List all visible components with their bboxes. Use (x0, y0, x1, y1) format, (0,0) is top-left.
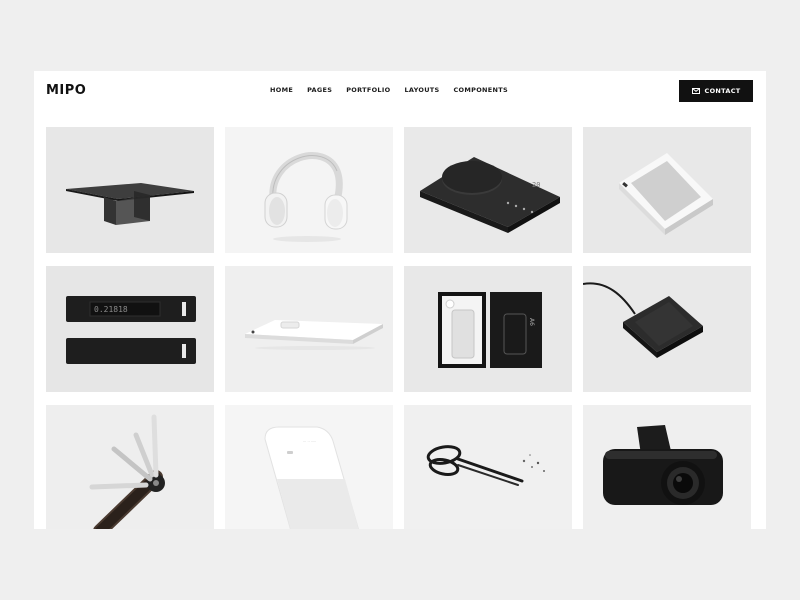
white-device-image: ··· ·· ····· (225, 405, 393, 529)
scissors-image (404, 405, 572, 529)
portfolio-grid: 20 0.21818 A6 ··· ·· ····· (46, 127, 751, 529)
speaker-image (583, 127, 751, 253)
nav-components[interactable]: COMPONENTS (453, 86, 508, 94)
key-organizer-image (46, 405, 214, 529)
black-scale-image: 20 (404, 127, 572, 253)
nav-pages[interactable]: PAGES (307, 86, 332, 94)
portfolio-item-usb-keys[interactable]: 0.21818 (46, 266, 214, 392)
contact-button[interactable]: CONTACT (679, 80, 753, 102)
package-label: A6 (528, 318, 535, 326)
portfolio-item-black-scale[interactable]: 20 (404, 127, 572, 253)
svg-text:··· ·· ·····: ··· ·· ····· (303, 440, 316, 444)
portfolio-item-packaged-bottle[interactable]: A6 (404, 266, 572, 392)
white-phone-image (225, 266, 393, 392)
headphones-image (225, 127, 393, 253)
nav-home[interactable]: HOME (270, 86, 293, 94)
main-nav: HOME PAGES PORTFOLIO LAYOUTS COMPONENTS (270, 86, 508, 94)
glass-table-image (46, 127, 214, 253)
portfolio-item-white-device[interactable]: ··· ·· ····· (225, 405, 393, 529)
wireless-charger-image (583, 266, 751, 392)
header: MIPO HOME PAGES PORTFOLIO LAYOUTS COMPON… (34, 71, 766, 111)
nav-portfolio[interactable]: PORTFOLIO (346, 86, 390, 94)
packaged-bottle-image: A6 (404, 266, 572, 392)
usb-keys-image: 0.21818 (46, 266, 214, 392)
nav-layouts[interactable]: LAYOUTS (404, 86, 439, 94)
portfolio-item-speaker[interactable] (583, 127, 751, 253)
portfolio-item-headphones[interactable] (225, 127, 393, 253)
logo[interactable]: MIPO (46, 83, 86, 98)
page-frame: MIPO HOME PAGES PORTFOLIO LAYOUTS COMPON… (34, 71, 766, 529)
portfolio-item-white-phone[interactable] (225, 266, 393, 392)
portfolio-item-dash-camera[interactable] (583, 405, 751, 529)
portfolio-item-key-organizer[interactable] (46, 405, 214, 529)
usb-readout: 0.21818 (94, 305, 128, 314)
portfolio-item-glass-table[interactable] (46, 127, 214, 253)
svg-text:20: 20 (532, 181, 540, 189)
portfolio-item-scissors[interactable] (404, 405, 572, 529)
envelope-icon (691, 88, 700, 94)
dash-camera-image (583, 405, 751, 529)
portfolio-item-wireless-charger[interactable] (583, 266, 751, 392)
contact-label: CONTACT (704, 87, 741, 95)
